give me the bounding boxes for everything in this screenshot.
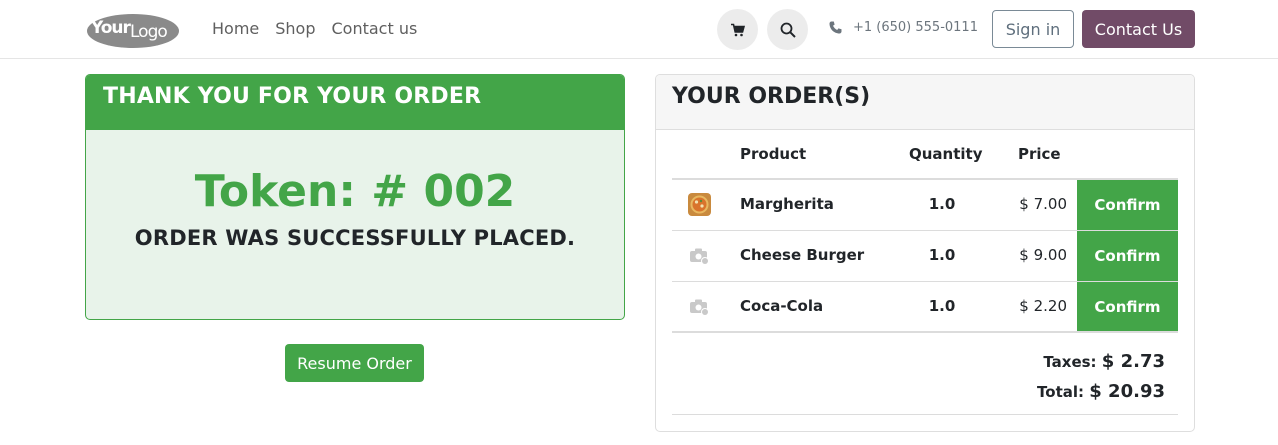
cart-icon <box>730 23 745 36</box>
orders-card: YOUR ORDER(S) Product Quantity Price Mar… <box>655 74 1195 432</box>
order-totals: Taxes: $ 2.73 Total: $ 20.93 <box>1037 347 1165 407</box>
table-row: Margherita 1.0 $ 7.00 Confirm <box>672 180 1178 231</box>
placeholder-camera-icon <box>690 299 709 316</box>
logo-text-logo: Logo <box>130 22 167 42</box>
phone-contact[interactable]: +1 (650) 555-0111 <box>829 20 978 35</box>
phone-number: +1 (650) 555-0111 <box>853 20 978 35</box>
success-message: ORDER WAS SUCCESSFULLY PLACED. <box>134 226 576 250</box>
product-price: $ 2.20 <box>1019 297 1067 315</box>
thank-you-header: THANK YOU FOR YOUR ORDER <box>86 75 624 130</box>
cart-button[interactable] <box>717 9 758 50</box>
phone-icon <box>829 21 842 34</box>
logo[interactable]: Your Logo <box>85 11 180 49</box>
table-row: Cheese Burger 1.0 $ 9.00 Confirm <box>672 231 1178 282</box>
nav-links: Home Shop Contact us <box>204 18 425 40</box>
contact-us-button[interactable]: Contact Us <box>1082 10 1195 48</box>
product-price: $ 9.00 <box>1019 246 1067 264</box>
taxes-value: $ 2.73 <box>1101 351 1165 372</box>
divider <box>672 414 1178 415</box>
search-button[interactable] <box>767 9 808 50</box>
product-name: Margherita <box>740 195 834 213</box>
search-icon <box>780 22 796 38</box>
sign-in-button[interactable]: Sign in <box>992 10 1074 48</box>
navbar: Your Logo Home Shop Contact us +1 (650) … <box>0 0 1278 59</box>
product-quantity: 1.0 <box>928 297 956 315</box>
product-quantity: 1.0 <box>928 246 956 264</box>
total-value: $ 20.93 <box>1089 381 1165 402</box>
nav-link-contact[interactable]: Contact us <box>324 18 426 40</box>
product-quantity: 1.0 <box>928 195 956 213</box>
product-name: Cheese Burger <box>740 246 865 264</box>
taxes-label: Taxes: <box>1043 353 1097 371</box>
product-name: Coca-Cola <box>740 297 824 315</box>
resume-order-button[interactable]: Resume Order <box>285 344 424 382</box>
column-header-product: Product <box>740 145 807 163</box>
orders-header: YOUR ORDER(S) <box>656 75 1194 130</box>
confirm-button[interactable]: Confirm <box>1077 180 1178 230</box>
column-header-price: Price <box>1018 145 1061 163</box>
column-header-quantity: Quantity <box>909 145 983 163</box>
confirm-button[interactable]: Confirm <box>1077 231 1178 281</box>
total-line: Total: $ 20.93 <box>1037 377 1165 407</box>
confirm-button[interactable]: Confirm <box>1077 282 1178 331</box>
placeholder-camera-icon <box>690 248 709 265</box>
order-token: Token: # 002 <box>194 166 516 217</box>
total-label: Total: <box>1037 383 1085 401</box>
product-price: $ 7.00 <box>1019 195 1067 213</box>
taxes-line: Taxes: $ 2.73 <box>1037 347 1165 377</box>
nav-link-shop[interactable]: Shop <box>267 18 323 40</box>
nav-link-home[interactable]: Home <box>204 18 267 40</box>
pizza-image <box>688 193 711 216</box>
order-items-table: Margherita 1.0 $ 7.00 Confirm Cheese Bur… <box>672 178 1178 333</box>
logo-text-your: Your <box>90 18 132 38</box>
table-row: Coca-Cola 1.0 $ 2.20 Confirm <box>672 282 1178 333</box>
thank-you-card: THANK YOU FOR YOUR ORDER Token: # 002 OR… <box>85 74 625 320</box>
